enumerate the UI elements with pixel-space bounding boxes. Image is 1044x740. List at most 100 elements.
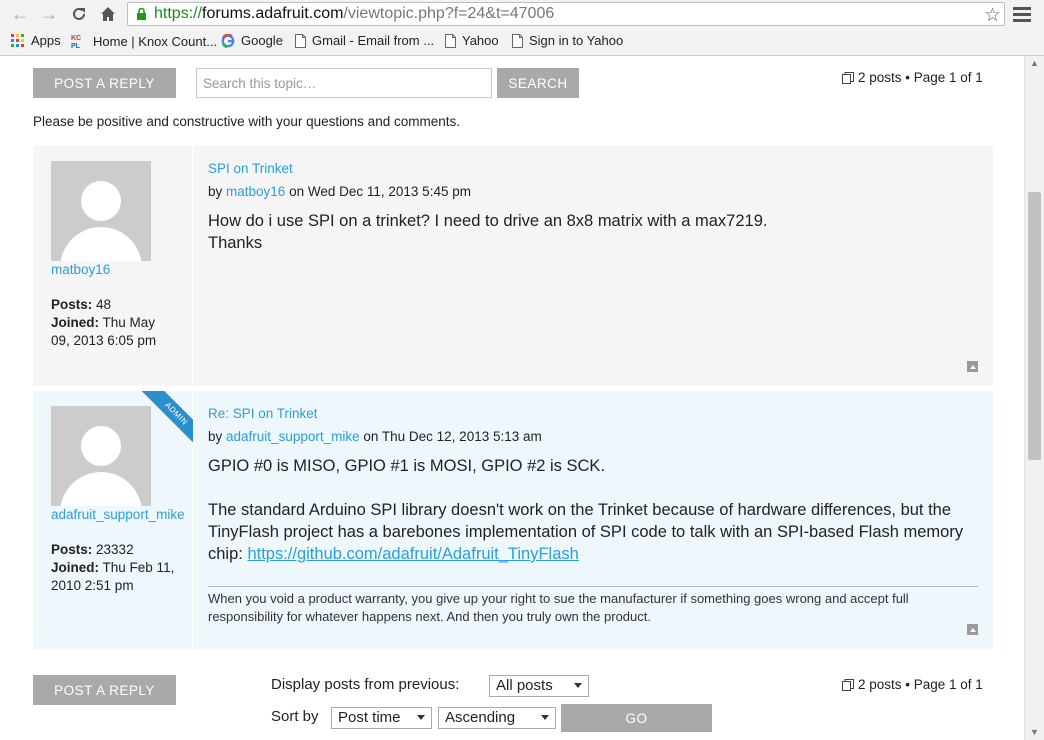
bookmark-label: Home | Knox Count... <box>93 33 218 49</box>
post-meta: by adafruit_support_mike on Thu Dec 12, … <box>208 429 542 444</box>
pagination-top: 2 posts • Page 1 of 1 <box>842 70 983 85</box>
post-body-line: Thanks <box>208 234 263 252</box>
scroll-up-arrow-icon[interactable]: ▲ <box>1030 58 1039 68</box>
post-divider <box>192 146 193 386</box>
joined-date-cont: 2010 2:51 pm <box>51 578 134 593</box>
author-stats: Posts: 23332 Joined: Thu Feb 11, 2010 2:… <box>51 541 174 595</box>
bookmark-home-knox[interactable]: KC PL Home | Knox Count... <box>71 33 218 50</box>
post-author-username[interactable]: matboy16 <box>51 262 110 277</box>
page-icon <box>295 33 306 48</box>
dropdown-caret-icon <box>541 715 549 720</box>
bookmark-yahoo[interactable]: Yahoo <box>445 33 499 48</box>
bookmark-label: Yahoo <box>462 33 499 48</box>
joined-label: Joined: <box>51 560 100 575</box>
author-stats: Posts: 48 Joined: Thu May 09, 2013 6:05 … <box>51 296 156 350</box>
post-reply-button-bottom[interactable]: Post a reply <box>33 675 176 705</box>
dropdown-caret-icon <box>417 715 425 720</box>
by-label: by <box>208 429 223 444</box>
browser-toolbar: ← → https://forums.adafruit.com/viewtopi… <box>0 0 1044 29</box>
posts-count: 23332 <box>96 542 134 557</box>
bookmark-label: Google <box>241 33 283 48</box>
scroll-down-arrow-icon[interactable]: ▼ <box>1030 727 1039 737</box>
post-author-username[interactable]: adafruit_support_mike <box>51 507 185 522</box>
bookmark-label: Sign in to Yahoo <box>529 33 624 48</box>
forum-page: Post a reply Search 2 posts • Page 1 of … <box>0 56 1024 740</box>
bookmark-label: Gmail - Email from ... <box>312 33 435 48</box>
svg-text:PL: PL <box>71 43 81 49</box>
page-icon <box>445 33 456 48</box>
post-author-link[interactable]: matboy16 <box>226 184 285 199</box>
forum-notice: Please be positive and constructive with… <box>33 114 460 129</box>
search-topic-input[interactable] <box>196 68 492 98</box>
post-meta: by matboy16 on Wed Dec 11, 2013 5:45 pm <box>208 184 471 199</box>
bookmarks-bar: Apps KC PL Home | Knox Count... Google Gm… <box>0 29 1044 55</box>
page-icon <box>512 33 523 48</box>
display-posts-select[interactable]: All posts <box>489 675 589 697</box>
sort-by-label: Sort by <box>271 708 319 725</box>
posts-label: Posts: <box>51 297 93 312</box>
joined-date-cont: 09, 2013 6:05 pm <box>51 333 157 348</box>
joined-date: Thu Feb 11, <box>102 560 175 575</box>
back-arrow-icon[interactable]: ← <box>9 3 31 25</box>
post-body-line: How do i use SPI on a trinket? I need to… <box>208 212 768 230</box>
post-title-link[interactable]: Re: SPI on Trinket <box>208 406 318 421</box>
pagination-bottom: 2 posts • Page 1 of 1 <box>842 677 983 692</box>
bookmark-star-icon[interactable]: ☆ <box>984 4 1001 27</box>
avatar-placeholder[interactable] <box>51 161 151 261</box>
post-body: GPIO #0 is MISO, GPIO #1 is MOSI, GPIO #… <box>208 455 978 565</box>
post-title-link[interactable]: SPI on Trinket <box>208 161 293 176</box>
joined-date: Thu May <box>102 315 156 330</box>
post-date: on Thu Dec 12, 2013 5:13 am <box>363 429 542 444</box>
apps-grid-icon <box>11 33 25 48</box>
posts-count: 48 <box>96 297 112 312</box>
search-button[interactable]: Search <box>497 68 579 98</box>
post-signature: When you void a product warranty, you gi… <box>208 591 909 624</box>
signature-divider <box>208 586 978 587</box>
forward-arrow-icon[interactable]: → <box>38 3 60 25</box>
address-bar[interactable]: https://forums.adafruit.com/viewtopic.ph… <box>127 2 1005 26</box>
page-scrollbar[interactable]: ▲ ▼ <box>1024 56 1044 740</box>
sort-key-value: Post time <box>338 709 401 726</box>
post-2: ADMIN adafruit_support_mike Posts: 23332… <box>33 391 993 649</box>
posts-count-icon <box>842 678 854 691</box>
post-body: How do i use SPI on a trinket? I need to… <box>208 210 978 254</box>
pagination-text: 2 posts • Page 1 of 1 <box>858 70 983 85</box>
bookmark-sign-in-yahoo[interactable]: Sign in to Yahoo <box>512 33 623 48</box>
browser-chrome: ← → https://forums.adafruit.com/viewtopi… <box>0 0 1044 56</box>
post-1: matboy16 Posts: 48 Joined: Thu May 09, 2… <box>33 146 993 386</box>
menu-icon[interactable] <box>1013 5 1031 23</box>
kcpl-favicon-icon: KC PL <box>71 33 87 49</box>
post-body-line: GPIO #0 is MISO, GPIO #1 is MOSI, GPIO #… <box>208 457 606 475</box>
pagination-text: 2 posts • Page 1 of 1 <box>858 677 983 692</box>
home-icon[interactable] <box>97 3 119 25</box>
bookmark-google[interactable]: Google <box>221 33 283 48</box>
sort-key-select[interactable]: Post time <box>331 707 432 729</box>
post-date: on Wed Dec 11, 2013 5:45 pm <box>289 184 471 199</box>
google-g-icon <box>221 33 235 48</box>
post-reply-button-top[interactable]: Post a reply <box>33 68 176 98</box>
display-posts-label: Display posts from previous: <box>271 676 460 693</box>
joined-label: Joined: <box>51 315 100 330</box>
back-to-top-icon[interactable] <box>967 624 978 635</box>
lock-icon <box>136 7 147 26</box>
dropdown-caret-icon <box>574 683 582 688</box>
admin-badge: ADMIN <box>138 391 193 449</box>
post-author-link[interactable]: adafruit_support_mike <box>226 429 360 444</box>
sort-order-value: Ascending <box>445 709 516 726</box>
posts-label: Posts: <box>51 542 93 557</box>
bookmark-apps[interactable]: Apps <box>11 33 61 48</box>
back-to-top-icon[interactable] <box>967 361 978 372</box>
go-button[interactable]: Go <box>561 704 712 732</box>
reload-icon[interactable] <box>68 3 90 25</box>
url-text: https://forums.adafruit.com/viewtopic.ph… <box>154 5 555 22</box>
admin-ribbon: ADMIN <box>135 391 193 449</box>
bookmark-label: Apps <box>31 33 61 48</box>
display-posts-value: All posts <box>496 677 553 694</box>
sort-order-select[interactable]: Ascending <box>438 707 556 729</box>
scrollbar-thumb[interactable] <box>1028 192 1041 460</box>
by-label: by <box>208 184 223 199</box>
bookmark-gmail[interactable]: Gmail - Email from ... <box>295 33 434 48</box>
svg-text:KC: KC <box>71 35 81 42</box>
tinyflash-link[interactable]: https://github.com/adafruit/Adafruit_Tin… <box>247 545 578 563</box>
post-body-paragraph: The standard Arduino SPI library doesn't… <box>208 499 978 565</box>
